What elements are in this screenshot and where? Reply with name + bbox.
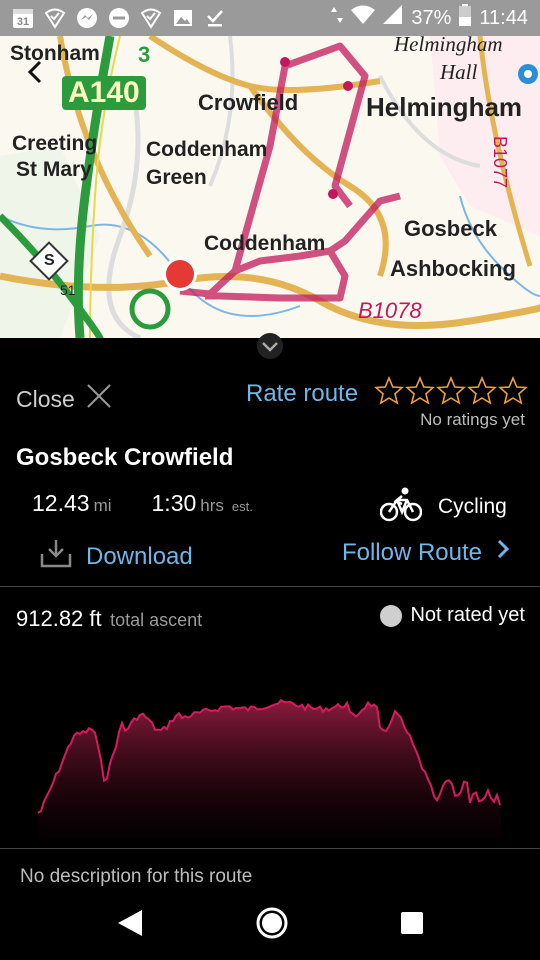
map-label-b1077: B1077 [490, 136, 510, 189]
follow-route-label: Follow Route [341, 538, 482, 566]
map-label-b1078: B1078 [358, 298, 422, 323]
map-label-st-mary: St Mary [16, 158, 92, 181]
battery-percent: 37% [411, 6, 452, 29]
follow-route-button[interactable]: Follow Route [342, 538, 510, 567]
map-label-coddenham-green-2: Green [146, 166, 207, 189]
map-shield-s: S [44, 252, 55, 269]
status-bar: 31 37% 11:44 [0, 0, 540, 36]
road-badge-a140: A140 [62, 76, 146, 110]
data-arrows-icon [331, 5, 344, 31]
collapse-chevron-icon[interactable] [256, 332, 284, 360]
map-label-coddenham: Coddenham [204, 232, 326, 255]
back-arrow-icon[interactable] [22, 58, 50, 86]
time-unit: hrs [200, 496, 224, 515]
chevron-right-icon [496, 538, 510, 567]
star-icon[interactable] [436, 376, 466, 406]
home-icon[interactable] [255, 906, 289, 944]
star-icon[interactable] [374, 376, 404, 406]
signal-check-icon [140, 7, 162, 29]
route-detail-sheet: Close Rate route No ratings yet Gosbeck … [0, 333, 540, 887]
distance-stat: 12.43 mi [32, 490, 112, 517]
rate-route-link[interactable]: Rate route [246, 380, 358, 408]
map-label-helmingham-hall-top: Helmingham [394, 36, 503, 56]
ascent-label: total ascent [110, 610, 203, 630]
image-icon [172, 7, 194, 29]
calendar-icon: 31 [12, 7, 34, 29]
status-dot-icon [380, 604, 403, 627]
calendar-date: 31 [17, 16, 29, 28]
map-label-3: 3 [138, 42, 151, 67]
time-est: est. [231, 499, 253, 514]
close-button[interactable]: Close [16, 382, 113, 416]
map-label-51: 51 [60, 282, 76, 298]
download-icon [40, 538, 72, 575]
total-ascent: 912.82 ft total ascent [16, 606, 202, 632]
signal-check-icon [44, 7, 66, 29]
map-label-ashbocking: Ashbocking [390, 256, 516, 281]
map-label-hall: Hall [440, 60, 478, 84]
minus-circle-icon [108, 7, 130, 29]
star-icon[interactable] [498, 376, 528, 406]
clock: 11:44 [479, 6, 528, 29]
route-title: Gosbeck Crowfield [16, 444, 234, 471]
star-icon[interactable] [405, 376, 435, 406]
recents-icon[interactable] [400, 911, 424, 939]
download-label: Download [86, 542, 193, 570]
activity-label: Cycling [438, 495, 507, 518]
time-stat: 1:30 hrs est. [152, 490, 253, 517]
rating-status-label: Not rated yet [410, 604, 525, 626]
battery-icon [459, 4, 472, 32]
messenger-icon [76, 7, 98, 29]
map-label-gosbeck: Gosbeck [404, 216, 497, 241]
map-label-creeting: Creeting [12, 132, 98, 155]
elevation-fill [38, 700, 502, 838]
download-button[interactable]: Download [40, 538, 193, 575]
route-stats: 12.43 mi 1:30 hrs est. [32, 490, 253, 517]
map-label-helmingham: Helmingham [366, 92, 523, 122]
star-icon[interactable] [467, 376, 497, 406]
divider [0, 848, 540, 849]
elevation-profile [37, 698, 502, 838]
divider [0, 586, 540, 587]
rating-status: Not rated yet [380, 604, 525, 627]
download-done-icon [204, 7, 226, 29]
ascent-value: 912.82 ft [16, 606, 102, 631]
map-label-crowfield: Crowfield [198, 90, 299, 115]
rating-stars[interactable] [374, 376, 528, 406]
route-description: No description for this route [20, 866, 253, 887]
distance-unit: mi [93, 496, 112, 515]
activity-type: Cycling [379, 486, 507, 528]
close-label: Close [16, 385, 75, 412]
cell-signal-icon [383, 5, 403, 31]
map-label-coddenham-green-1: Coddenham [146, 138, 268, 161]
no-ratings-text: No ratings yet [420, 410, 525, 429]
distance-value: 12.43 [32, 490, 90, 516]
back-icon[interactable] [116, 908, 144, 942]
time-value: 1:30 [151, 490, 197, 516]
route-map[interactable]: Stonham 3 A140 Crowfield Helmingham Hall… [0, 36, 540, 338]
bicycle-icon [379, 486, 423, 528]
system-nav-bar [0, 890, 540, 960]
wifi-icon [351, 5, 376, 31]
close-icon [85, 382, 113, 416]
